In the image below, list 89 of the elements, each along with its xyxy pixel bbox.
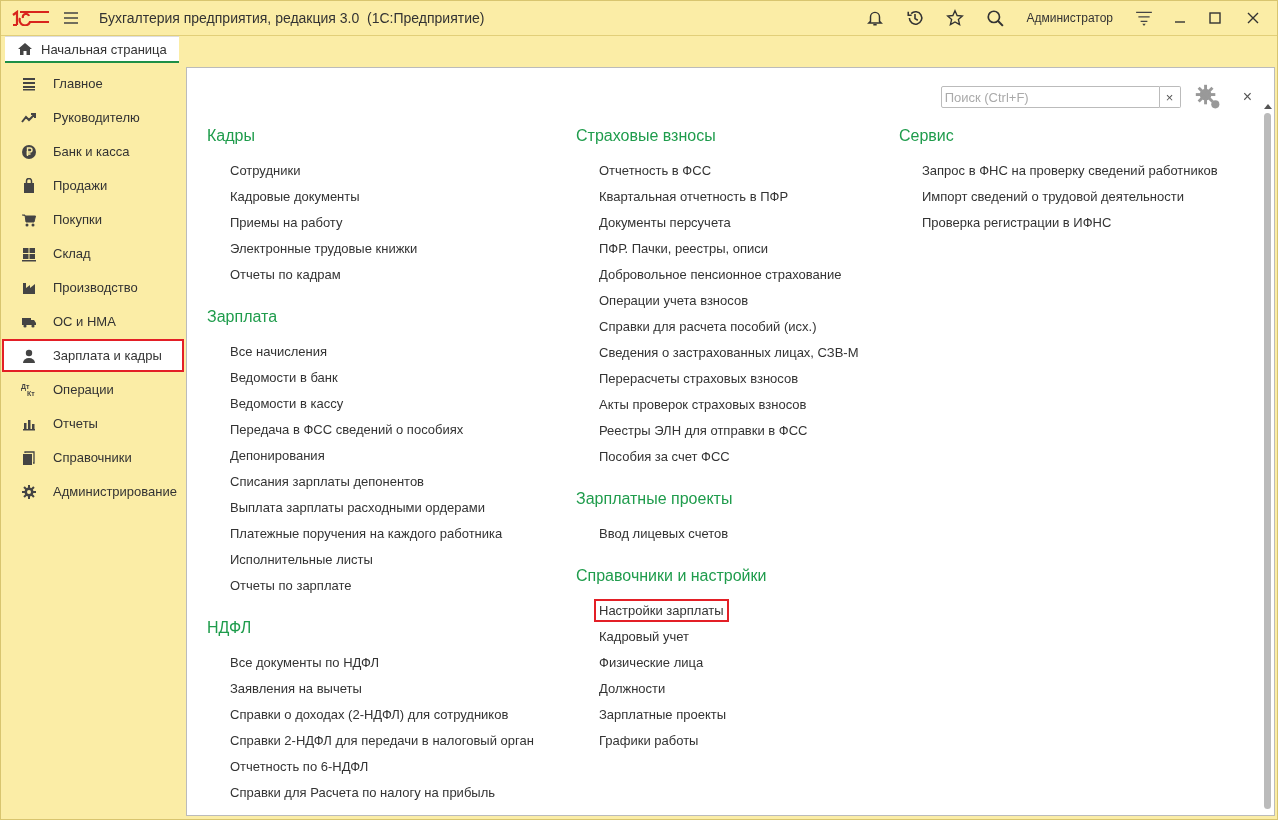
gear-icon [21,483,37,500]
menu-lines-icon [21,75,37,92]
menu-link[interactable]: Отчетность по 6-НДФЛ [225,754,374,778]
menu-link[interactable]: Физические лица [594,650,709,674]
sidebar-item[interactable]: Главное [2,67,184,100]
home-tab[interactable]: Начальная страница [5,36,179,63]
sidebar-item[interactable]: Справочники [2,441,184,474]
menu-link[interactable]: Исполнительные листы [225,547,378,571]
menu-link[interactable]: Отчеты по кадрам [225,262,346,286]
close-icon [1245,10,1261,26]
menu-link[interactable]: Платежные поручения на каждого работника [225,521,508,545]
bell-icon [866,9,885,27]
menu-link[interactable]: Отчеты по зарплате [225,573,357,597]
menu-dropdown-icon [1135,9,1153,27]
user-name[interactable]: Администратор [1026,11,1113,25]
menu-link[interactable]: Импорт сведений о трудовой деятельности [917,184,1189,208]
menu-link[interactable]: Электронные трудовые книжки [225,236,423,260]
settings-icon [1194,84,1221,110]
menu-link[interactable]: Запрос в ФНС на проверку сведений работников [917,158,1223,182]
section-heading: Зарплатные проекты [576,490,734,509]
menu-link[interactable]: Все документы по НДФЛ [225,650,385,674]
sidebar-item[interactable]: Производство [2,271,184,304]
menu-link[interactable]: Проверка регистрации в ИФНС [917,210,1117,234]
stacked-pages-icon [21,449,37,466]
menu-link[interactable]: Сведения о застрахованных лицах, СЗВ-М [594,340,864,364]
cart-icon [21,211,37,228]
menu-icon [63,10,79,26]
search-icon [986,9,1005,27]
menu-link[interactable]: Кадровый учет [594,624,694,648]
menu-link[interactable]: Выплата зарплаты расходными ордерами [225,495,490,519]
sidebar-item[interactable]: Отчеты [2,407,184,440]
logo-icon[interactable] [11,10,51,26]
menu-link[interactable]: Сотрудники [225,158,306,182]
menu-link[interactable]: Графики работы [594,728,704,752]
sidebar-item[interactable]: Продажи [2,169,184,202]
menu-link[interactable]: Акты проверок страховых взносов [594,392,812,416]
sidebar-item[interactable]: Банк и касса [2,135,184,168]
menu-link[interactable]: Должности [594,676,671,700]
menu-link[interactable]: Ведомости в банк [225,365,343,389]
menu-link[interactable]: Реестры ЭЛН для отправки в ФСС [594,418,813,442]
menu-link[interactable]: Квартальная отчетность в ПФР [594,184,794,208]
menu-link[interactable]: Отчетность в ФСС [594,158,717,182]
scroll-up-icon[interactable] [1263,104,1272,109]
menu-link[interactable]: Приемы на работу [225,210,348,234]
menu-link[interactable]: Кадровые документы [225,184,365,208]
section-heading: Кадры [207,127,256,146]
section-heading: Страховые взносы [576,127,717,146]
menu-link[interactable]: Депонирования [225,443,330,467]
person-icon [21,347,37,364]
menu-link[interactable]: Настройки зарплаты [594,598,729,622]
close-button[interactable]: × [1234,88,1252,106]
menu-link[interactable]: Справки 2-НДФЛ для передачи в налоговый орган [225,728,539,752]
menu-link[interactable]: Добровольное пенсионное страхование [594,262,847,286]
shopping-bag-icon [21,177,37,194]
sidebar-item[interactable]: Руководителю [2,101,184,134]
star-icon [946,9,965,27]
menu-link[interactable]: Документы персучета [594,210,736,234]
menu-link[interactable]: Списания зарплаты депонентов [225,469,430,493]
home-icon [17,41,33,57]
menu-link[interactable]: Справки для расчета пособий (исх.) [594,314,822,338]
menu-link[interactable]: Заявления на вычеты [225,676,367,700]
menu-link[interactable]: Справки о доходах (2-НДФЛ) для сотрудников [225,702,514,726]
maximize-icon [1207,10,1223,26]
window-title: Бухгалтерия предприятия, редакция 3.0 (1С:Предприятие) [99,10,485,26]
menu-link[interactable]: Справки для Расчета по налогу на прибыль [225,780,501,804]
menu-link[interactable]: Все начисления [225,339,332,363]
warehouse-grid-icon [21,245,37,262]
search-field[interactable]: Поиск (Ctrl+F) [940,86,1160,108]
scrollbar[interactable] [1263,104,1272,809]
menu-link[interactable]: Перерасчеты страховых взносов [594,366,804,390]
sidebar-item[interactable]: ОС и НМА [2,305,184,338]
menu-link[interactable]: Передача в ФСС сведений о пособиях [225,417,469,441]
menu-link[interactable]: ПФР. Пачки, реестры, описи [594,236,774,260]
sidebar-item[interactable]: Зарплата и кадры [2,339,184,372]
menu-link[interactable]: Ввод лицевых счетов [594,521,734,545]
sidebar-item[interactable]: Склад [2,237,184,270]
history-icon [906,9,925,27]
sidebar-item[interactable]: Покупки [2,203,184,236]
menu-link[interactable]: Ведомости в кассу [225,391,349,415]
sidebar-item[interactable]: Администрирование [2,475,184,508]
ruble-coin-icon [21,143,37,160]
section-heading: Зарплата [207,308,279,327]
section-heading: Сервис [899,127,955,146]
menu-link[interactable]: Зарплатные проекты [594,702,732,726]
section-heading: НДФЛ [207,619,253,638]
section-heading: Справочники и настройки [576,567,768,586]
menu-link[interactable]: Операции учета взносов [594,288,754,312]
clear-search-button[interactable]: × [1159,86,1181,108]
menu-link[interactable]: Пособия за счет ФСС [594,444,735,468]
